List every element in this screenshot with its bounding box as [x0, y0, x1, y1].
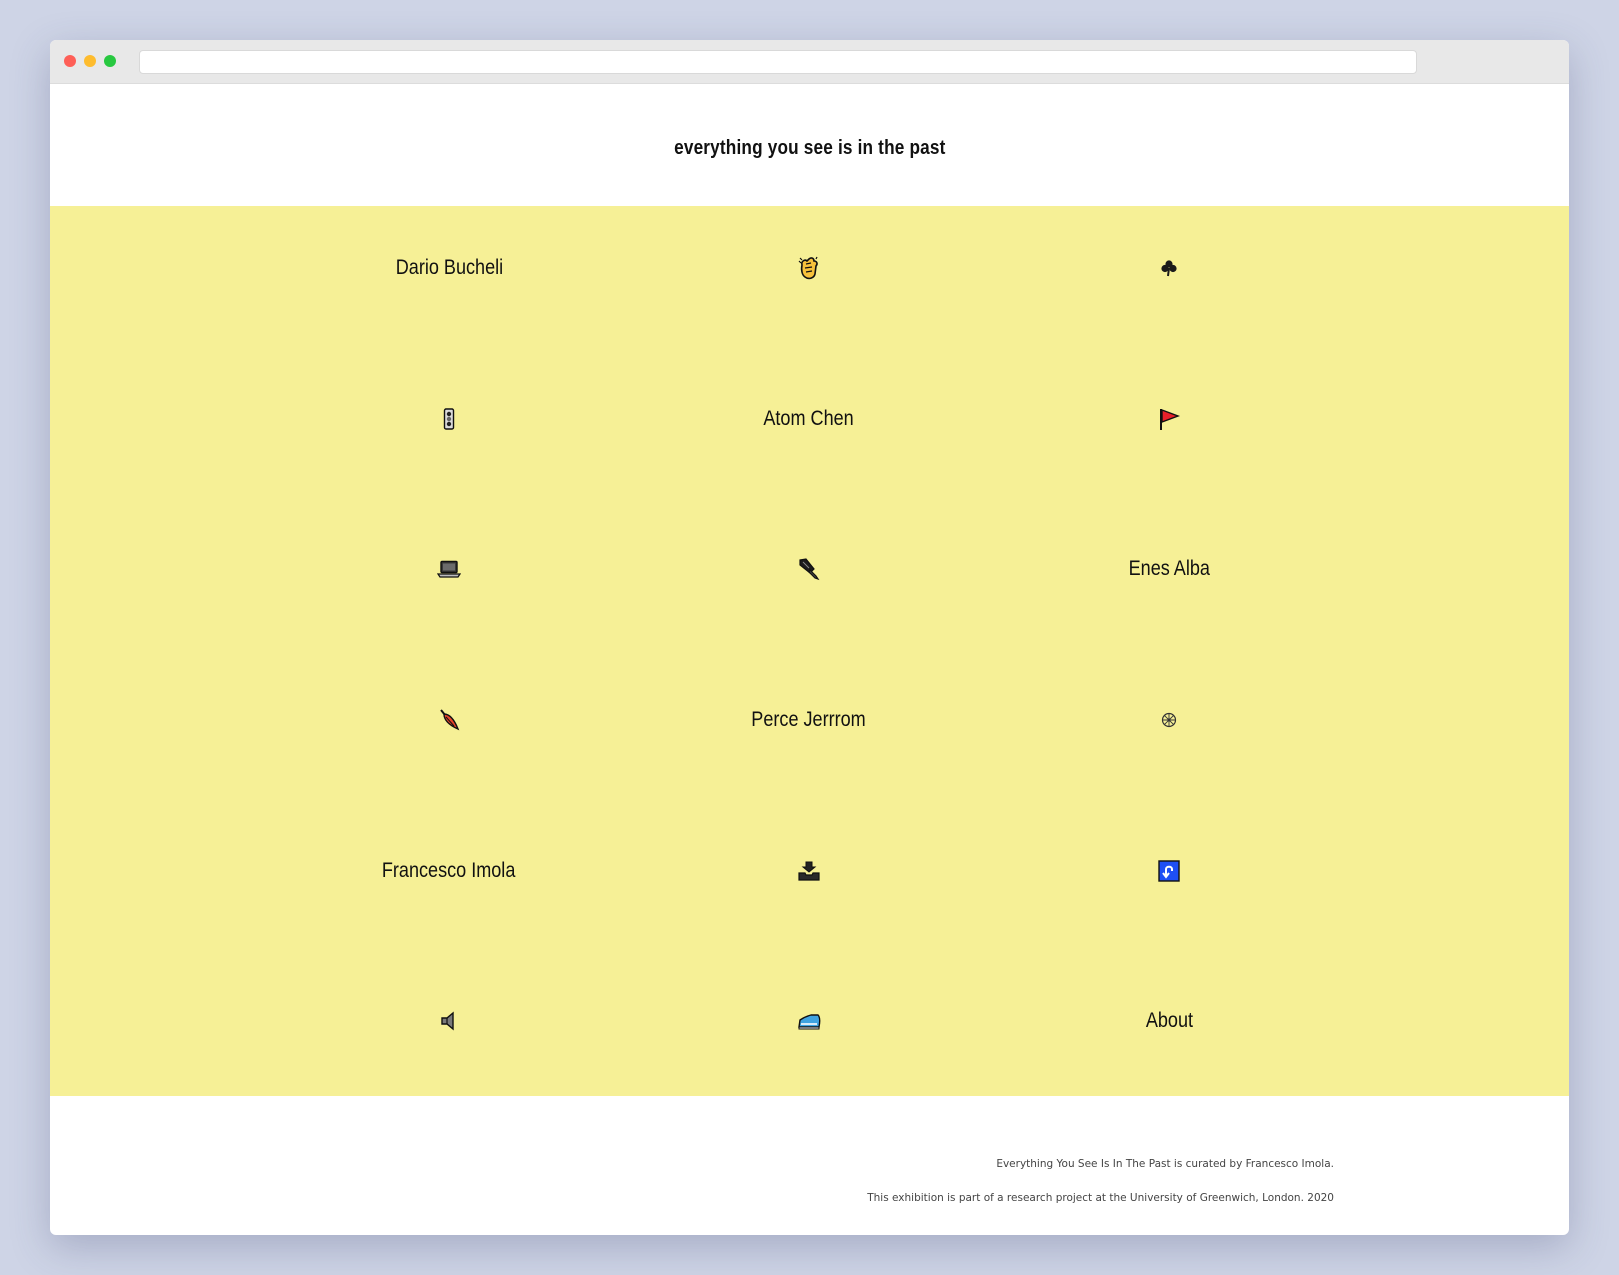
clapping-hands-icon[interactable]	[709, 248, 909, 288]
wheel-icon[interactable]	[1069, 700, 1269, 740]
about-label: About	[1145, 1009, 1193, 1032]
artist-name: Dario Bucheli	[395, 256, 503, 279]
about-link[interactable]: About	[1069, 1001, 1269, 1041]
artist-link-atom-chen[interactable]: Atom Chen	[709, 399, 909, 439]
footer-research-text: This exhibition is part of a research pr…	[867, 1192, 1334, 1204]
address-bar[interactable]	[139, 50, 1417, 74]
browser-window: everything you see is in the past Dario …	[50, 40, 1569, 1235]
footer-curator-text: Everything You See Is In The Past is cur…	[996, 1158, 1334, 1170]
laptop-icon[interactable]	[349, 549, 549, 589]
artist-name: Francesco Imola	[382, 859, 516, 882]
artist-link-perce-jerrrom[interactable]: Perce Jerrrom	[709, 700, 909, 740]
artist-link-francesco-imola[interactable]: Francesco Imola	[349, 851, 549, 891]
site-title[interactable]: everything you see is in the past	[674, 131, 945, 160]
traffic-light-icon[interactable]	[349, 399, 549, 439]
artist-grid: Dario Bucheli Atom Chen Enes Alba Perce …	[50, 206, 1569, 1096]
site-header: everything you see is in the past	[50, 84, 1569, 206]
close-window-button[interactable]	[64, 55, 76, 67]
artist-name: Enes Alba	[1128, 557, 1210, 580]
shamrock-icon[interactable]	[1069, 248, 1269, 288]
artist-link-dario-bucheli[interactable]: Dario Bucheli	[349, 248, 549, 288]
closed-umbrella-icon[interactable]	[349, 700, 549, 740]
artist-link-enes-alba[interactable]: Enes Alba	[1069, 549, 1269, 589]
speaker-icon[interactable]	[349, 1001, 549, 1041]
artist-name: Perce Jerrrom	[751, 708, 867, 731]
inbox-tray-icon[interactable]	[709, 851, 909, 891]
site-footer: Everything You See Is In The Past is cur…	[50, 1096, 1569, 1235]
red-flag-icon[interactable]	[1069, 399, 1269, 439]
browser-toolbar	[50, 40, 1569, 84]
maximize-window-button[interactable]	[104, 55, 116, 67]
right-arrow-curving-left-icon[interactable]	[1069, 851, 1269, 891]
artist-name: Atom Chen	[763, 407, 855, 430]
fountain-pen-icon[interactable]	[709, 549, 909, 589]
minimize-window-button[interactable]	[84, 55, 96, 67]
running-shoe-icon[interactable]	[709, 1001, 909, 1041]
